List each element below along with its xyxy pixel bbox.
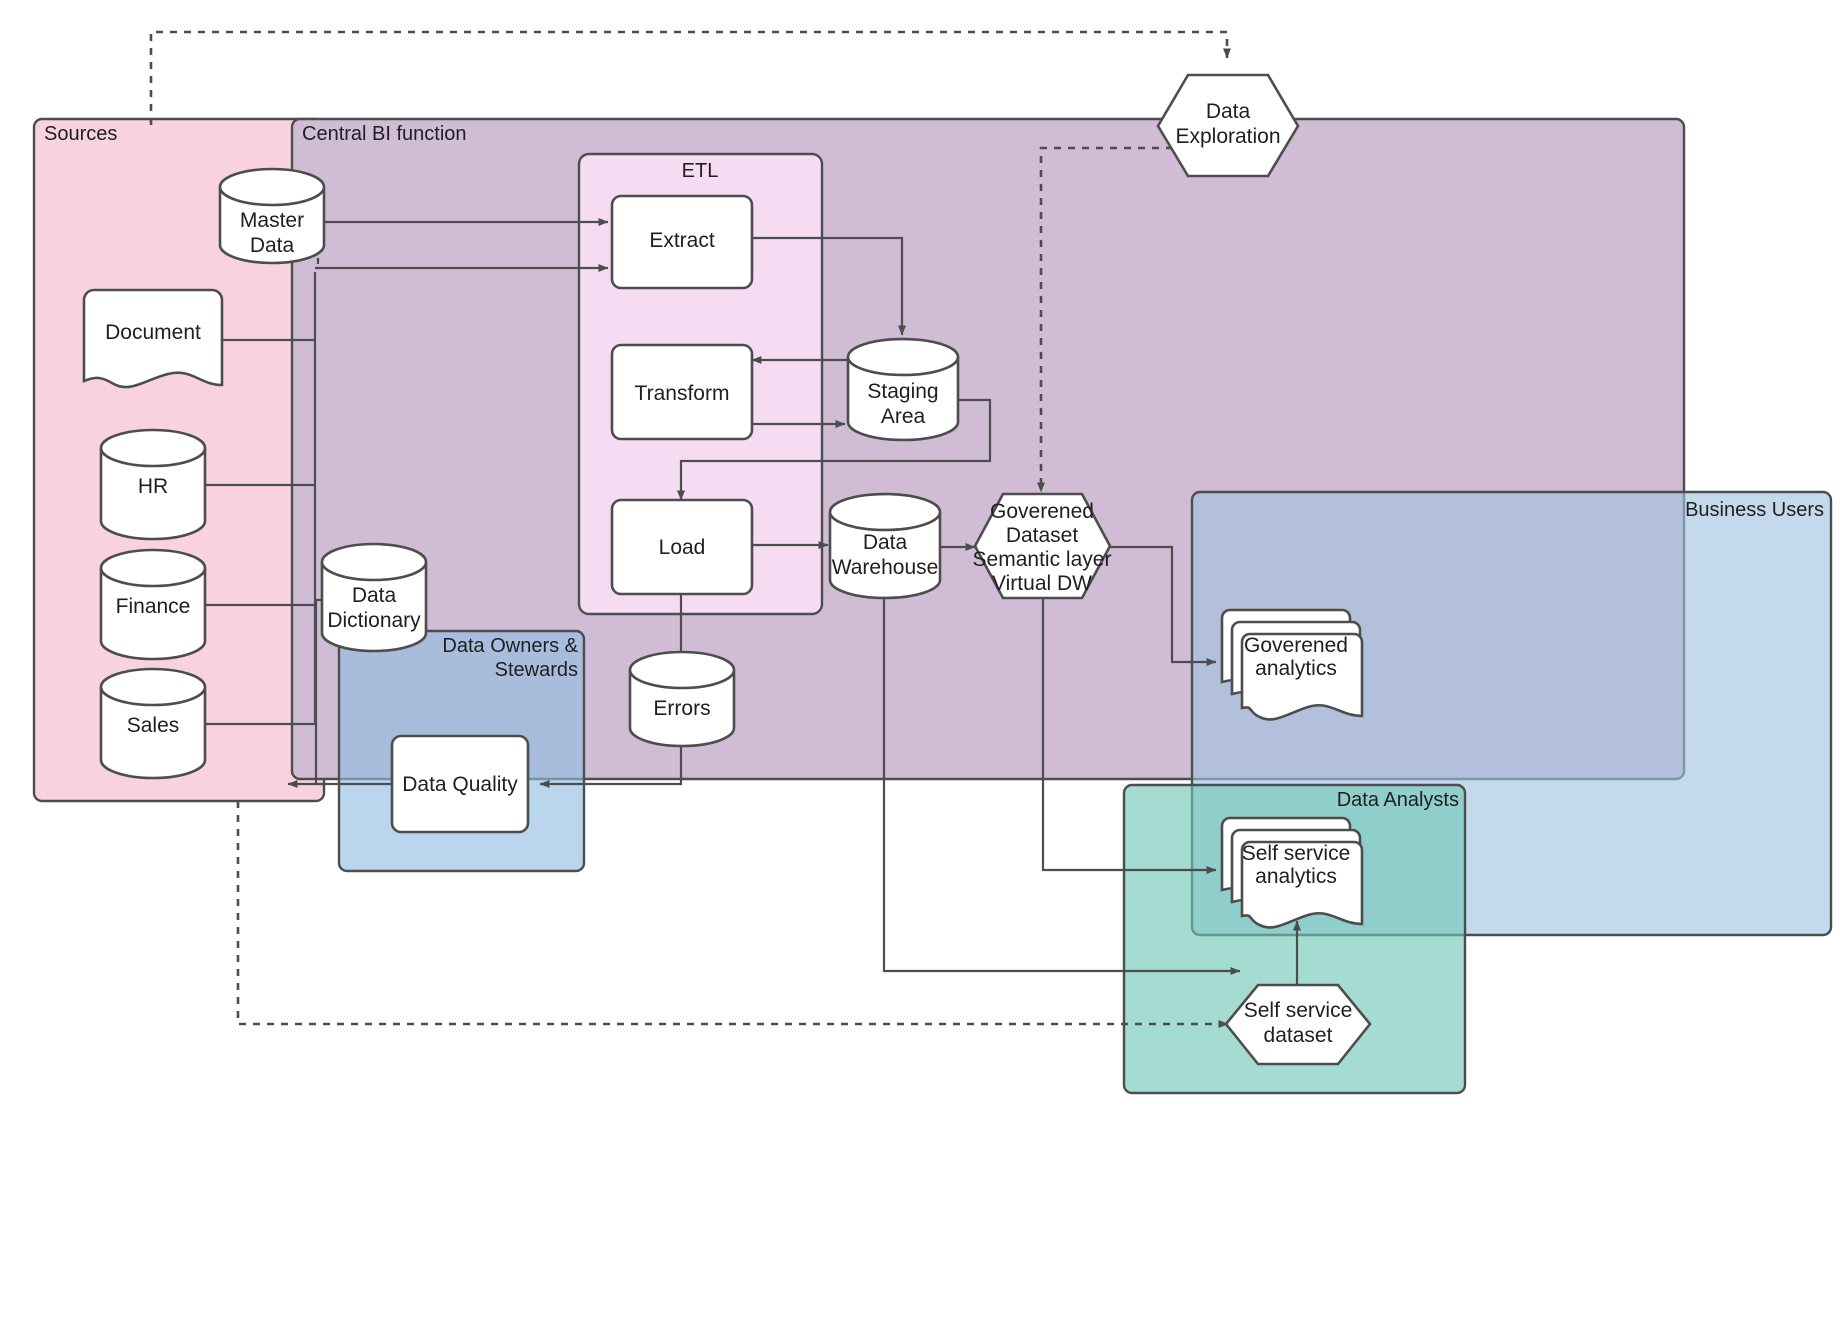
node-label-data-exploration-l2: Exploration: [1175, 125, 1280, 148]
node-label-extract: Extract: [649, 229, 715, 252]
node-label-master-data-l1: Master: [240, 209, 304, 232]
node-data-quality[interactable]: Data Quality: [390, 734, 530, 834]
node-label-governed-ds-l2: Dataset: [1006, 524, 1079, 547]
node-label-sales: Sales: [127, 714, 180, 737]
node-label-data-exploration-l1: Data: [1206, 100, 1251, 123]
node-label-transform: Transform: [635, 382, 730, 405]
node-label-errors: Errors: [653, 697, 710, 720]
node-data-exploration[interactable]: Data Exploration: [1156, 73, 1300, 178]
node-selfservice-analytics[interactable]: Self service analytics: [1220, 816, 1364, 929]
node-label-data-warehouse-l2: Warehouse: [832, 556, 939, 579]
group-label-business-users: Business Users: [1685, 499, 1824, 521]
node-selfservice-dataset[interactable]: Self service dataset: [1224, 983, 1372, 1066]
group-label-data-owners-line2: Stewards: [495, 659, 578, 681]
node-data-warehouse[interactable]: Data Warehouse: [828, 492, 942, 600]
node-load[interactable]: Load: [610, 498, 754, 596]
group-label-sources: Sources: [44, 123, 117, 145]
node-errors[interactable]: Errors: [628, 650, 736, 748]
node-label-governed-ds-l1: Goverened: [990, 500, 1094, 523]
node-label-governed-ds-l4: Virtual DW: [992, 572, 1092, 595]
node-finance[interactable]: Finance: [99, 548, 207, 661]
node-document[interactable]: Document: [82, 288, 224, 389]
node-label-staging-area-l1: Staging: [867, 380, 938, 403]
node-label-selfservice-analytics-l1: Self service: [1242, 842, 1351, 865]
architecture-diagram: Sources Central BI function ETL Business…: [32, 30, 1833, 1095]
node-staging-area[interactable]: Staging Area: [846, 337, 960, 442]
edge-sources-to-data-exploration: [149, 30, 1231, 125]
node-label-governed-analytics-l1: Goverened: [1244, 634, 1348, 657]
diagram-canvas: Sources Central BI function ETL Business…: [0, 0, 1840, 1322]
node-label-load: Load: [659, 536, 706, 559]
node-hr[interactable]: HR: [99, 428, 207, 541]
node-governed-analytics[interactable]: Goverened analytics: [1220, 608, 1364, 721]
node-label-document: Document: [105, 321, 201, 344]
node-label-selfservice-dataset-l2: dataset: [1264, 1024, 1333, 1047]
node-label-data-dictionary-l1: Data: [352, 584, 397, 607]
group-label-data-analysts: Data Analysts: [1337, 789, 1459, 811]
node-transform[interactable]: Transform: [610, 343, 754, 441]
node-label-master-data-l2: Data: [250, 234, 295, 257]
node-label-hr: HR: [138, 475, 168, 498]
node-label-selfservice-dataset-l1: Self service: [1244, 999, 1353, 1022]
node-label-finance: Finance: [116, 595, 191, 618]
node-label-governed-analytics-l2: analytics: [1255, 657, 1337, 680]
group-label-central-bi: Central BI function: [302, 123, 467, 145]
node-sales[interactable]: Sales: [99, 667, 207, 780]
node-label-staging-area-l2: Area: [881, 405, 926, 428]
node-data-dictionary[interactable]: Data Dictionary: [320, 542, 428, 653]
node-label-governed-ds-l3: Semantic layer: [973, 548, 1112, 571]
node-label-selfservice-analytics-l2: analytics: [1255, 865, 1337, 888]
node-extract[interactable]: Extract: [610, 194, 754, 290]
group-label-etl: ETL: [682, 160, 719, 182]
node-label-data-warehouse-l1: Data: [863, 531, 908, 554]
group-label-data-owners-line1: Data Owners &: [442, 635, 578, 657]
node-master-data[interactable]: Master Data: [218, 167, 326, 265]
node-label-data-quality: Data Quality: [402, 773, 518, 796]
node-label-data-dictionary-l2: Dictionary: [327, 609, 421, 632]
node-governed-dataset[interactable]: Goverened Dataset Semantic layer Virtual…: [973, 492, 1112, 600]
